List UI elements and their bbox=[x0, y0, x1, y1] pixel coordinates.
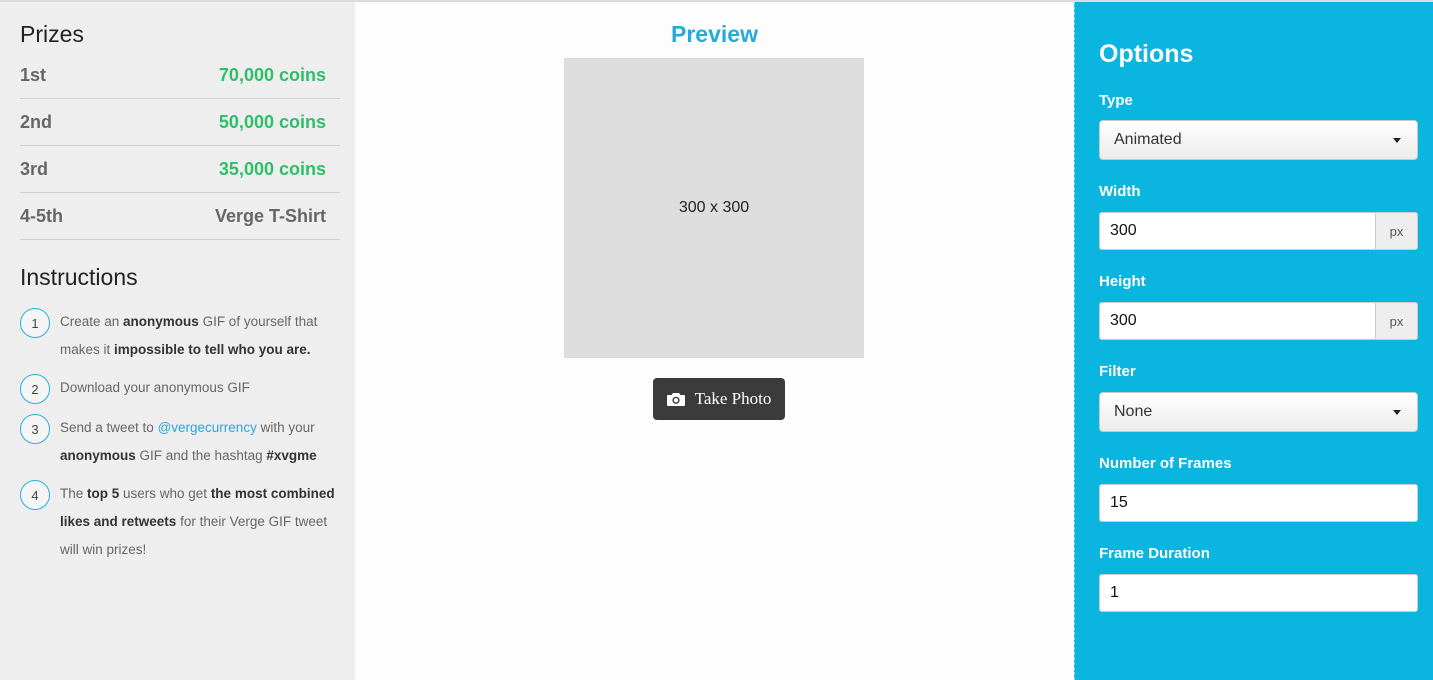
instruction-steps: 1 Create an anonymous GIF of yourself th… bbox=[20, 308, 340, 574]
prizes-sidebar: Prizes 1st 70,000 coins 2nd 50,000 coins… bbox=[0, 2, 355, 680]
camera-icon bbox=[666, 393, 685, 406]
instruction-step-3: 3 Send a tweet to @vergecurrency with yo… bbox=[20, 414, 340, 470]
height-unit-addon: px bbox=[1376, 302, 1418, 340]
prize-list: 1st 70,000 coins 2nd 50,000 coins 3rd 35… bbox=[20, 52, 340, 240]
step-number-badge: 2 bbox=[20, 374, 50, 404]
type-select[interactable]: Animated bbox=[1099, 120, 1418, 160]
filter-select[interactable]: None bbox=[1099, 392, 1418, 432]
prize-rank: 4-5th bbox=[20, 205, 64, 226]
preview-size-label: 300 x 300 bbox=[678, 199, 750, 216]
emphasis-text: impossible to tell who you are. bbox=[114, 342, 311, 357]
prize-value: 50,000 coins bbox=[218, 111, 326, 132]
step-text-fragment: Create an bbox=[60, 314, 124, 329]
width-input-group: 300 px bbox=[1099, 212, 1418, 250]
preview-panel: Preview 300 x 300 Take Photo bbox=[355, 2, 1074, 680]
options-panel: Options Type Animated Width 300 px Heigh… bbox=[1074, 2, 1433, 680]
take-photo-label: Take Photo bbox=[694, 389, 772, 408]
prize-rank: 1st bbox=[20, 64, 47, 85]
duration-input[interactable]: 1 bbox=[1099, 574, 1418, 612]
width-unit-addon: px bbox=[1376, 212, 1418, 250]
emphasis-text: #xvgme bbox=[266, 448, 317, 463]
instructions-heading: Instructions bbox=[20, 264, 138, 290]
step-number-badge: 1 bbox=[20, 308, 50, 338]
prize-row-4-5th: 4-5th Verge T-Shirt bbox=[20, 193, 340, 240]
step-text: Download your anonymous GIF bbox=[60, 374, 250, 402]
height-input[interactable]: 300 bbox=[1099, 302, 1376, 340]
emphasis-text: top 5 bbox=[87, 486, 120, 501]
prize-value: Verge T-Shirt bbox=[214, 205, 326, 226]
step-text: Send a tweet to @vergecurrency with your… bbox=[60, 414, 340, 470]
step-text-fragment: Send a tweet to bbox=[60, 420, 158, 435]
filter-label: Filter bbox=[1099, 363, 1136, 380]
step-text-fragment: users who get bbox=[119, 486, 211, 501]
type-label: Type bbox=[1099, 92, 1133, 109]
prizes-heading: Prizes bbox=[20, 21, 84, 47]
twitter-handle-link[interactable]: @vergecurrency bbox=[158, 420, 257, 435]
height-input-group: 300 px bbox=[1099, 302, 1418, 340]
step-text: Create an anonymous GIF of yourself that… bbox=[60, 308, 340, 364]
preview-placeholder: 300 x 300 bbox=[564, 58, 864, 358]
prize-row-2nd: 2nd 50,000 coins bbox=[20, 99, 340, 146]
prize-row-1st: 1st 70,000 coins bbox=[20, 52, 340, 99]
width-label: Width bbox=[1099, 183, 1141, 200]
step-number-badge: 4 bbox=[20, 480, 50, 510]
prize-value: 35,000 coins bbox=[218, 158, 326, 179]
step-number-badge: 3 bbox=[20, 414, 50, 444]
type-select-value: Animated bbox=[1114, 131, 1182, 148]
height-label: Height bbox=[1099, 273, 1146, 290]
prize-rank: 3rd bbox=[20, 158, 49, 179]
step-text-fragment: Download your anonymous GIF bbox=[60, 380, 250, 395]
emphasis-text: anonymous bbox=[123, 314, 199, 329]
duration-label: Frame Duration bbox=[1099, 545, 1210, 562]
instruction-step-2: 2 Download your anonymous GIF bbox=[20, 374, 340, 404]
prize-rank: 2nd bbox=[20, 111, 53, 132]
prize-value: 70,000 coins bbox=[218, 64, 326, 85]
frames-label: Number of Frames bbox=[1099, 455, 1232, 472]
caret-down-icon bbox=[1393, 409, 1401, 415]
filter-select-value: None bbox=[1114, 403, 1153, 420]
prize-row-3rd: 3rd 35,000 coins bbox=[20, 146, 340, 193]
caret-down-icon bbox=[1393, 137, 1401, 143]
width-input[interactable]: 300 bbox=[1099, 212, 1376, 250]
frames-input[interactable]: 15 bbox=[1099, 484, 1418, 522]
step-text-fragment: The bbox=[60, 486, 88, 501]
step-text-fragment: with your bbox=[256, 420, 315, 435]
step-text: The top 5 users who get the most combine… bbox=[60, 480, 340, 564]
step-text-fragment: GIF and the hashtag bbox=[135, 448, 267, 463]
options-heading: Options bbox=[1099, 40, 1194, 68]
emphasis-text: anonymous bbox=[60, 448, 136, 463]
take-photo-button[interactable]: Take Photo bbox=[653, 378, 785, 420]
instruction-step-4: 4 The top 5 users who get the most combi… bbox=[20, 480, 340, 564]
instruction-step-1: 1 Create an anonymous GIF of yourself th… bbox=[20, 308, 340, 364]
preview-heading: Preview bbox=[671, 21, 758, 47]
